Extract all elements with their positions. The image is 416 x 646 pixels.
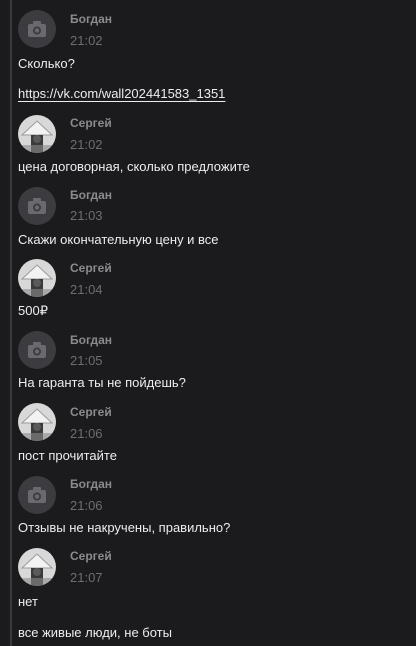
avatar[interactable] (18, 187, 56, 225)
avatar[interactable] (18, 331, 56, 369)
message-time: 21:02 (70, 137, 103, 152)
author-name[interactable]: Богдан (70, 12, 112, 26)
author-name[interactable]: Сергей (70, 405, 112, 419)
message-time: 21:06 (70, 426, 103, 441)
message-text: Отзывы не накручены, правильно? (18, 520, 231, 535)
avatar[interactable] (18, 403, 56, 441)
message-text: пост прочитайте (18, 448, 117, 463)
avatar[interactable] (18, 259, 56, 297)
message-text: Сколько? (18, 56, 75, 71)
user-photo (18, 259, 56, 297)
avatar[interactable] (18, 10, 56, 48)
author-name[interactable]: Богдан (70, 188, 112, 202)
avatar[interactable] (18, 476, 56, 514)
message-time: 21:06 (70, 498, 103, 513)
message-thread: Богдан 21:02 Сколько? https://vk.com/wal… (0, 0, 416, 646)
message-text: нет (18, 594, 38, 609)
camera-placeholder-icon (28, 342, 46, 358)
author-name[interactable]: Сергей (70, 116, 112, 130)
message-text: все живые люди, не боты (18, 625, 172, 640)
message-text: 500₽ (18, 303, 48, 318)
avatar[interactable] (18, 548, 56, 586)
camera-placeholder-icon (28, 198, 46, 214)
message-time: 21:07 (70, 570, 103, 585)
message-text: На гаранта ты не пойдешь? (18, 375, 186, 390)
user-photo (18, 115, 56, 153)
message-time: 21:05 (70, 353, 103, 368)
author-name[interactable]: Богдан (70, 477, 112, 491)
user-photo (18, 403, 56, 441)
author-name[interactable]: Сергей (70, 261, 112, 275)
avatar[interactable] (18, 115, 56, 153)
message-time: 21:02 (70, 33, 103, 48)
message-text: цена договорная, сколько предложите (18, 159, 250, 174)
camera-placeholder-icon (28, 21, 46, 37)
message-time: 21:03 (70, 208, 103, 223)
author-name[interactable]: Сергей (70, 549, 112, 563)
author-name[interactable]: Богдан (70, 333, 112, 347)
message-text: Скажи окончательную цену и все (18, 232, 219, 247)
user-photo (18, 548, 56, 586)
camera-placeholder-icon (28, 487, 46, 503)
message-link[interactable]: https://vk.com/wall202441583_1351 (18, 86, 225, 101)
message-time: 21:04 (70, 282, 103, 297)
